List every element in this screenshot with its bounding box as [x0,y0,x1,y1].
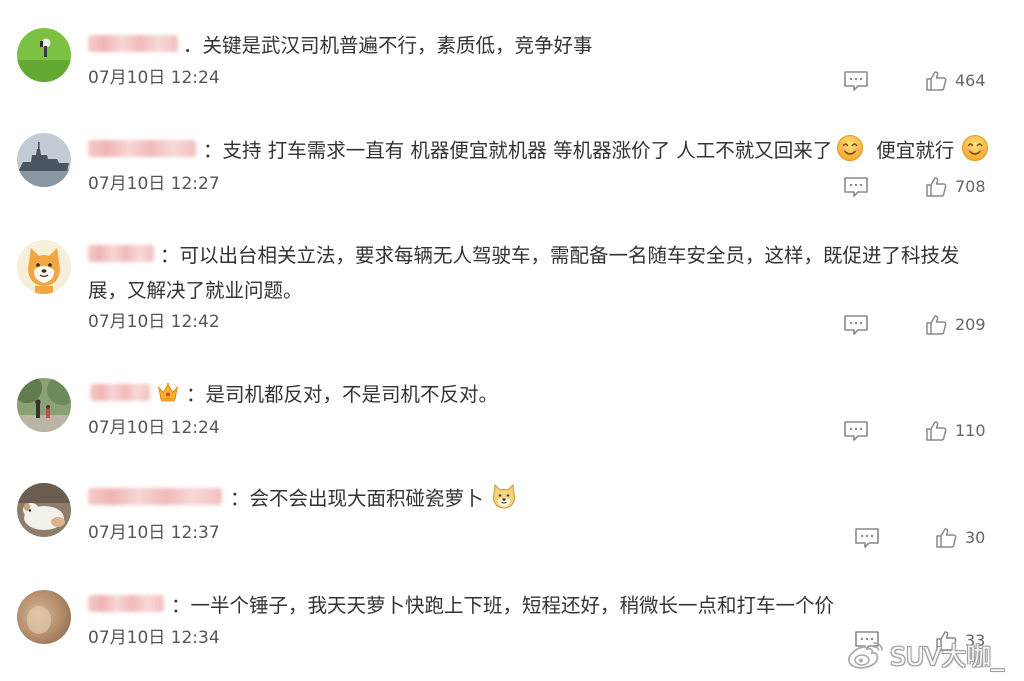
like-button[interactable]: 708 [925,176,986,198]
like-button[interactable]: 110 [925,420,986,442]
comment-date: 07月10日 12:37 [88,523,220,543]
watermark-text: SUV大咖_ [890,642,1004,671]
thumbs-up-icon [926,315,947,335]
avatar[interactable] [17,378,71,432]
avatar[interactable] [17,28,71,82]
comment-text-line: ：会不会出现大面积碰瓷萝卜 [88,482,518,510]
comment-text-line: ：可以出台相关立法，要求每辆无人驾驶车，需配备一名随车安全员，这样，既促进了科技… [88,239,960,267]
comment-text: ：是司机都反对，不是司机不反对。 [186,382,499,406]
comment-text: ：可以出台相关立法，要求每辆无人驾驶车，需配备一名随车安全员，这样，既促进了科技… [160,243,960,267]
comment-text-line: ：一半个锤子，我天天萝卜快跑上下班，短程还好，稍微长一点和打车一个价 [88,589,834,617]
avatar[interactable] [17,590,71,644]
username-blurred[interactable] [90,383,150,401]
comment-text: ：一半个锤子，我天天萝卜快跑上下班，短程还好，稍微长一点和打车一个价 [171,593,835,617]
avatar[interactable] [17,133,71,187]
thumbs-up-icon [926,421,947,441]
like-count: 209 [955,315,986,334]
comment-text-continued: 展，又解决了就业问题。 [88,278,303,302]
comment-date: 07月10日 12:24 [88,68,220,88]
comment-item: ：可以出台相关立法，要求每辆无人驾驶车，需配备一名随车安全员，这样，既促进了科技… [0,240,1024,338]
doge-emoji [490,482,518,510]
comment-date: 07月10日 12:42 [88,312,220,332]
comment-item: ：是司机都反对，不是司机不反对。 07月10日 12:24 110 [0,378,1024,444]
reply-button[interactable] [843,176,869,198]
comment-icon [844,315,868,335]
comment-item: ：会不会出现大面积碰瓷萝卜 07月10日 12:37 30 [0,483,1024,549]
avatar[interactable] [17,483,71,537]
smile-emoji [961,134,989,162]
like-button[interactable]: 30 [935,527,985,549]
like-button[interactable]: 464 [925,70,986,92]
comment-item: ：支持 打车需求一直有 机器便宜就机器 等机器涨价了 人工不就又回来了 便宜就行… [0,133,1024,199]
like-count: 110 [955,421,986,440]
like-button[interactable]: 209 [925,314,986,336]
thumbs-up-icon [926,177,947,197]
thumbs-up-icon [936,528,957,548]
weibo-logo-icon [848,642,883,669]
smile-emoji [836,134,864,162]
like-count: 708 [955,177,986,196]
comment-text-after: 便宜就行 [876,138,955,162]
username-blurred[interactable] [88,34,178,52]
comment-date: 07月10日 12:34 [88,628,220,648]
comment-text-line: ：是司机都反对，不是司机不反对。 [88,378,498,406]
reply-button[interactable] [843,420,869,442]
reply-button[interactable] [843,314,869,336]
comment-icon [844,71,868,91]
username-blurred[interactable] [88,244,154,262]
watermark: SUV大咖_ [846,638,1004,672]
comment-icon [855,528,879,548]
username-blurred[interactable] [88,594,164,612]
like-count: 30 [965,528,986,547]
avatar[interactable] [17,240,71,294]
username-blurred[interactable] [88,139,196,157]
crown-icon[interactable] [156,380,180,404]
comment-date: 07月10日 12:24 [88,418,220,438]
comment-item: ．关键是武汉司机普遍不行，素质低，竞争好事 07月10日 12:24 464 [0,28,1024,94]
comment-text: ：会不会出现大面积碰瓷萝卜 [230,486,484,510]
comment-date: 07月10日 12:27 [88,174,220,194]
comment-text-line-2: 展，又解决了就业问题。 [88,274,303,302]
comment-icon [844,177,868,197]
reply-button[interactable] [854,527,880,549]
thumbs-up-icon [926,71,947,91]
like-count: 464 [955,71,986,90]
comment-text-line: ．关键是武汉司机普遍不行，素质低，竞争好事 [88,29,593,57]
username-blurred[interactable] [88,487,222,505]
comment-text: ：支持 打车需求一直有 机器便宜就机器 等机器涨价了 人工不就又回来了 [203,138,833,162]
comment-icon [844,421,868,441]
comment-text-line: ：支持 打车需求一直有 机器便宜就机器 等机器涨价了 人工不就又回来了 便宜就行 [88,134,989,162]
comment-text: ．关键是武汉司机普遍不行，素质低，竞争好事 [183,33,593,57]
reply-button[interactable] [843,70,869,92]
